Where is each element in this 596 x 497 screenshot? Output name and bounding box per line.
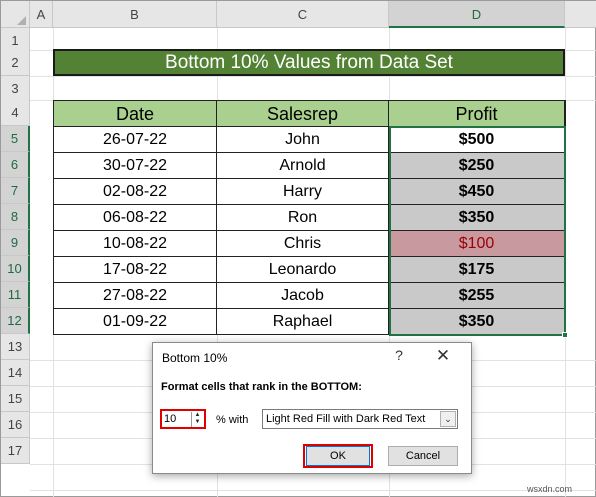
rank-instruction-label: Format cells that rank in the BOTTOM: [161,381,362,393]
header-profit[interactable]: Profit [389,101,565,127]
column-header-bar: A B C D [1,1,596,28]
gridline [30,76,596,77]
select-all-triangle-icon [17,16,26,25]
salesrep-cell[interactable]: Harry [217,179,389,205]
row-header-15[interactable]: 15 [1,386,30,412]
row-header-2[interactable]: 2 [1,50,30,76]
profit-cell[interactable]: $250 [389,153,565,179]
dialog-title: Bottom 10% [162,351,228,365]
salesrep-cell[interactable]: Jacob [217,283,389,309]
date-cell[interactable]: 26-07-22 [54,127,217,153]
date-cell[interactable]: 17-08-22 [54,257,217,283]
row-header-6[interactable]: 6 [1,152,30,178]
percent-with-label: % with [216,414,249,426]
column-header-b[interactable]: B [53,1,217,28]
select-all-corner[interactable] [1,1,30,28]
column-header-c[interactable]: C [217,1,389,28]
row-header-8[interactable]: 8 [1,204,30,230]
row-header-16[interactable]: 16 [1,412,30,438]
salesrep-cell[interactable]: Chris [217,231,389,257]
format-dropdown[interactable]: Light Red Fill with Dark Red Text ⌄ [262,409,458,429]
salesrep-cell[interactable]: Ron [217,205,389,231]
row-header-7[interactable]: 7 [1,178,30,204]
row-header-3[interactable]: 3 [1,76,30,102]
watermark: wsxdn.com [527,484,573,494]
gridline [565,28,566,497]
profit-cell[interactable]: $175 [389,257,565,283]
row-header-10[interactable]: 10 [1,256,30,282]
format-dropdown-value: Light Red Fill with Dark Red Text [266,413,426,425]
date-cell[interactable]: 10-08-22 [54,231,217,257]
spinner-buttons: ▲ ▼ [191,412,203,427]
row-header-13[interactable]: 13 [1,334,30,360]
row-header-12[interactable]: 12 [1,308,30,334]
profit-cell[interactable]: $350 [389,309,565,335]
date-cell[interactable]: 30-07-22 [54,153,217,179]
salesrep-cell[interactable]: Raphael [217,309,389,335]
profit-cell[interactable]: $255 [389,283,565,309]
salesrep-cell[interactable]: John [217,127,389,153]
bottom-10-percent-dialog: Bottom 10% ? ✕ Format cells that rank in… [152,342,472,474]
row-header-11[interactable]: 11 [1,282,30,308]
date-cell[interactable]: 01-09-22 [54,309,217,335]
fill-handle[interactable] [562,332,568,338]
salesrep-cell[interactable]: Arnold [217,153,389,179]
profit-cell-bottom-highlight[interactable]: $100 [389,231,565,257]
rank-spinner[interactable]: ▲ ▼ [160,409,206,429]
column-header-a[interactable]: A [30,1,53,28]
date-cell[interactable]: 02-08-22 [54,179,217,205]
profit-cell[interactable]: $500 [389,127,565,153]
row-header-5[interactable]: 5 [1,126,30,152]
date-cell[interactable]: 27-08-22 [54,283,217,309]
header-date[interactable]: Date [54,101,217,127]
profit-cell[interactable]: $350 [389,205,565,231]
profit-cell[interactable]: $450 [389,179,565,205]
date-cell[interactable]: 06-08-22 [54,205,217,231]
rank-value-input[interactable] [163,412,191,426]
row-header-4[interactable]: 4 [1,100,30,126]
gridline [30,490,596,491]
header-salesrep[interactable]: Salesrep [217,101,389,127]
help-icon[interactable]: ? [392,347,406,367]
cancel-button[interactable]: Cancel [388,446,458,466]
row-header-14[interactable]: 14 [1,360,30,386]
row-header-17[interactable]: 17 [1,438,30,464]
salesrep-cell[interactable]: Leonardo [217,257,389,283]
spin-down-icon[interactable]: ▼ [192,419,203,426]
spreadsheet-window: A B C D 1 2 3 4 5 6 7 8 9 10 11 12 13 14… [0,0,596,497]
column-header-d[interactable]: D [389,1,565,28]
spin-up-icon[interactable]: ▲ [192,412,203,419]
close-icon[interactable]: ✕ [433,345,453,367]
sheet-title[interactable]: Bottom 10% Values from Data Set [53,49,565,76]
chevron-down-icon[interactable]: ⌄ [440,411,456,427]
row-header-9[interactable]: 9 [1,230,30,256]
ok-button[interactable]: OK [306,446,370,466]
